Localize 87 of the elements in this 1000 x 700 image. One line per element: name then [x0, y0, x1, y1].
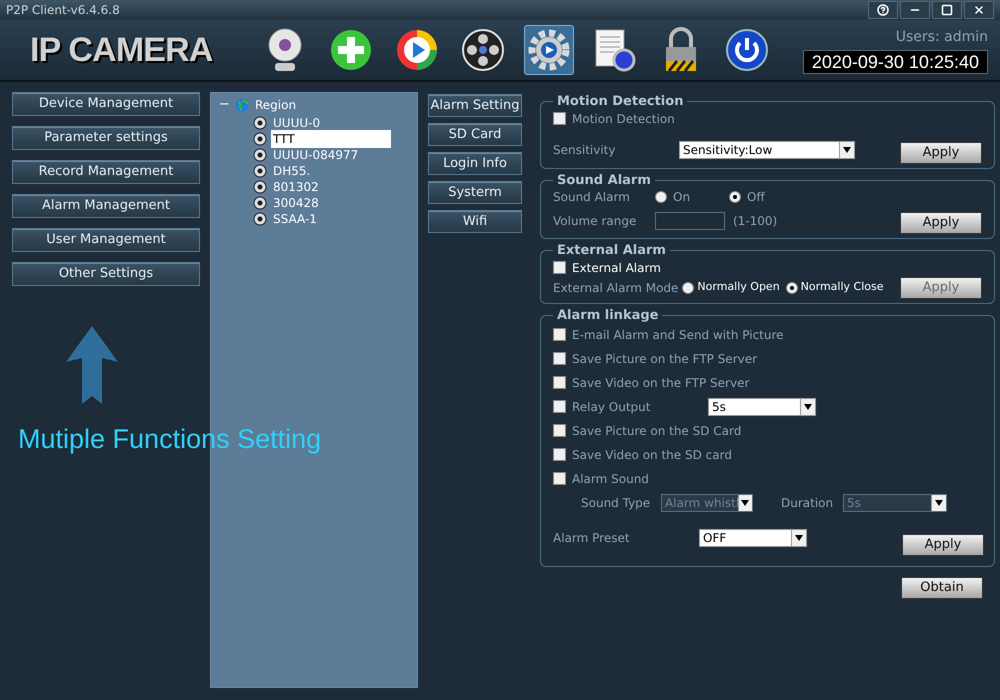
sidebar-button[interactable]: Parameter settings	[12, 126, 200, 150]
checkbox-label: E-mail Alarm and Send with Picture	[572, 326, 784, 344]
camera-icon	[253, 116, 267, 130]
document-gear-icon	[594, 28, 636, 72]
sidebar-button[interactable]: User Management	[12, 228, 200, 252]
radio-label: Normally Open	[697, 279, 780, 296]
tree-item[interactable]: DH55.	[271, 162, 312, 180]
apply-button[interactable]: Apply	[900, 212, 982, 234]
tree-item[interactable]: UUUU-0	[271, 114, 322, 132]
checkbox-label: Save Video on the SD card	[572, 446, 732, 464]
field-label: Alarm Preset	[553, 530, 631, 547]
preset-dropdown[interactable]: OFF	[699, 529, 807, 547]
checkbox-label: Relay Output	[572, 398, 652, 416]
datetime-display: 2020-09-30 10:25:40	[802, 50, 988, 74]
up-arrow-icon	[66, 326, 118, 404]
maximize-icon[interactable]	[932, 1, 962, 19]
checkbox-label: Save Picture on the SD Card	[572, 422, 742, 440]
sidebar-button[interactable]: Alarm Management	[12, 194, 200, 218]
app-logo: IP CAMERA	[30, 30, 214, 70]
sidebar-button[interactable]: Record Management	[12, 160, 200, 184]
tree-item[interactable]: TTT	[271, 130, 391, 148]
checkbox[interactable]	[553, 112, 566, 125]
checkbox-label: Alarm Sound	[572, 470, 650, 488]
field-label: Duration	[781, 495, 834, 512]
range-hint: (1-100)	[733, 213, 778, 230]
obtain-button[interactable]: Obtain	[901, 577, 983, 599]
close-icon[interactable]	[964, 1, 994, 19]
user-label: Users: admin	[896, 28, 988, 46]
radio-label: On	[673, 189, 690, 206]
group-title: Motion Detection	[556, 93, 684, 111]
film-reel-icon	[461, 28, 505, 72]
gear-icon	[528, 29, 570, 71]
sensitivity-dropdown[interactable]: Sensitivity:Low	[679, 140, 855, 158]
padlock-icon	[663, 27, 699, 73]
apply-button[interactable]: Apply	[902, 534, 984, 556]
group-title: Alarm linkage	[556, 306, 660, 324]
camera-icon	[253, 196, 267, 210]
radio-button[interactable]	[729, 191, 741, 203]
camera-icon	[253, 212, 267, 226]
apply-button[interactable]: Apply	[900, 142, 982, 164]
checkbox[interactable]	[553, 376, 566, 389]
checkbox[interactable]	[553, 352, 566, 365]
camera-icon	[253, 180, 267, 194]
tab-button[interactable]: Wifi	[428, 210, 522, 233]
radio-label: Off	[747, 189, 765, 206]
tree-item[interactable]: 801302	[271, 178, 321, 196]
radio-label: Normally Close	[800, 279, 884, 296]
camera-icon	[253, 148, 267, 162]
tab-button[interactable]: Login Info	[428, 152, 522, 175]
sidebar-button[interactable]: Device Management	[12, 92, 200, 116]
volume-input[interactable]	[655, 212, 725, 230]
camera-icon	[253, 132, 267, 146]
tree-item[interactable]: UUUU-084977	[271, 146, 360, 164]
sidebar-button[interactable]: Other Settings	[12, 262, 200, 286]
field-label: Sound Type	[581, 495, 652, 512]
camera-icon	[253, 164, 267, 178]
checkbox-label: External Alarm	[572, 260, 661, 276]
tree-item[interactable]: Region	[255, 96, 296, 114]
group-title: Sound Alarm	[556, 172, 652, 190]
tab-button[interactable]: Systerm	[428, 181, 522, 204]
help-icon[interactable]	[868, 1, 898, 19]
relay-duration-dropdown[interactable]: 5s	[708, 398, 816, 416]
checkbox-label: Save Video on the FTP Server	[572, 374, 750, 392]
checkbox[interactable]	[553, 472, 566, 485]
minimize-icon[interactable]	[900, 1, 930, 19]
tab-button[interactable]: Alarm Setting	[428, 94, 522, 117]
collapse-toggle[interactable]: −	[219, 95, 229, 114]
field-label: Sound Alarm	[553, 189, 631, 206]
window-title: P2P Client-v6.4.6.8	[6, 2, 120, 19]
tab-button[interactable]: SD Card	[428, 123, 522, 146]
power-icon	[725, 28, 769, 72]
checkbox[interactable]	[553, 424, 566, 437]
play-icon	[395, 28, 439, 72]
checkbox[interactable]	[553, 448, 566, 461]
field-label: External Alarm Mode	[553, 280, 678, 296]
radio-button[interactable]	[655, 191, 667, 203]
checkbox[interactable]	[553, 400, 566, 413]
checkbox-label: Motion Detection	[572, 110, 675, 128]
field-label: Sensitivity	[553, 142, 616, 158]
checkbox[interactable]	[553, 328, 566, 341]
globe-icon	[235, 98, 249, 112]
group-title: External Alarm	[556, 242, 667, 260]
checkbox-label: Save Picture on the FTP Server	[572, 350, 758, 368]
plus-icon	[329, 28, 373, 72]
field-label: Volume range	[553, 213, 638, 230]
tree-item[interactable]: 300428	[271, 194, 321, 212]
tree-item[interactable]: SSAA-1	[271, 210, 319, 228]
